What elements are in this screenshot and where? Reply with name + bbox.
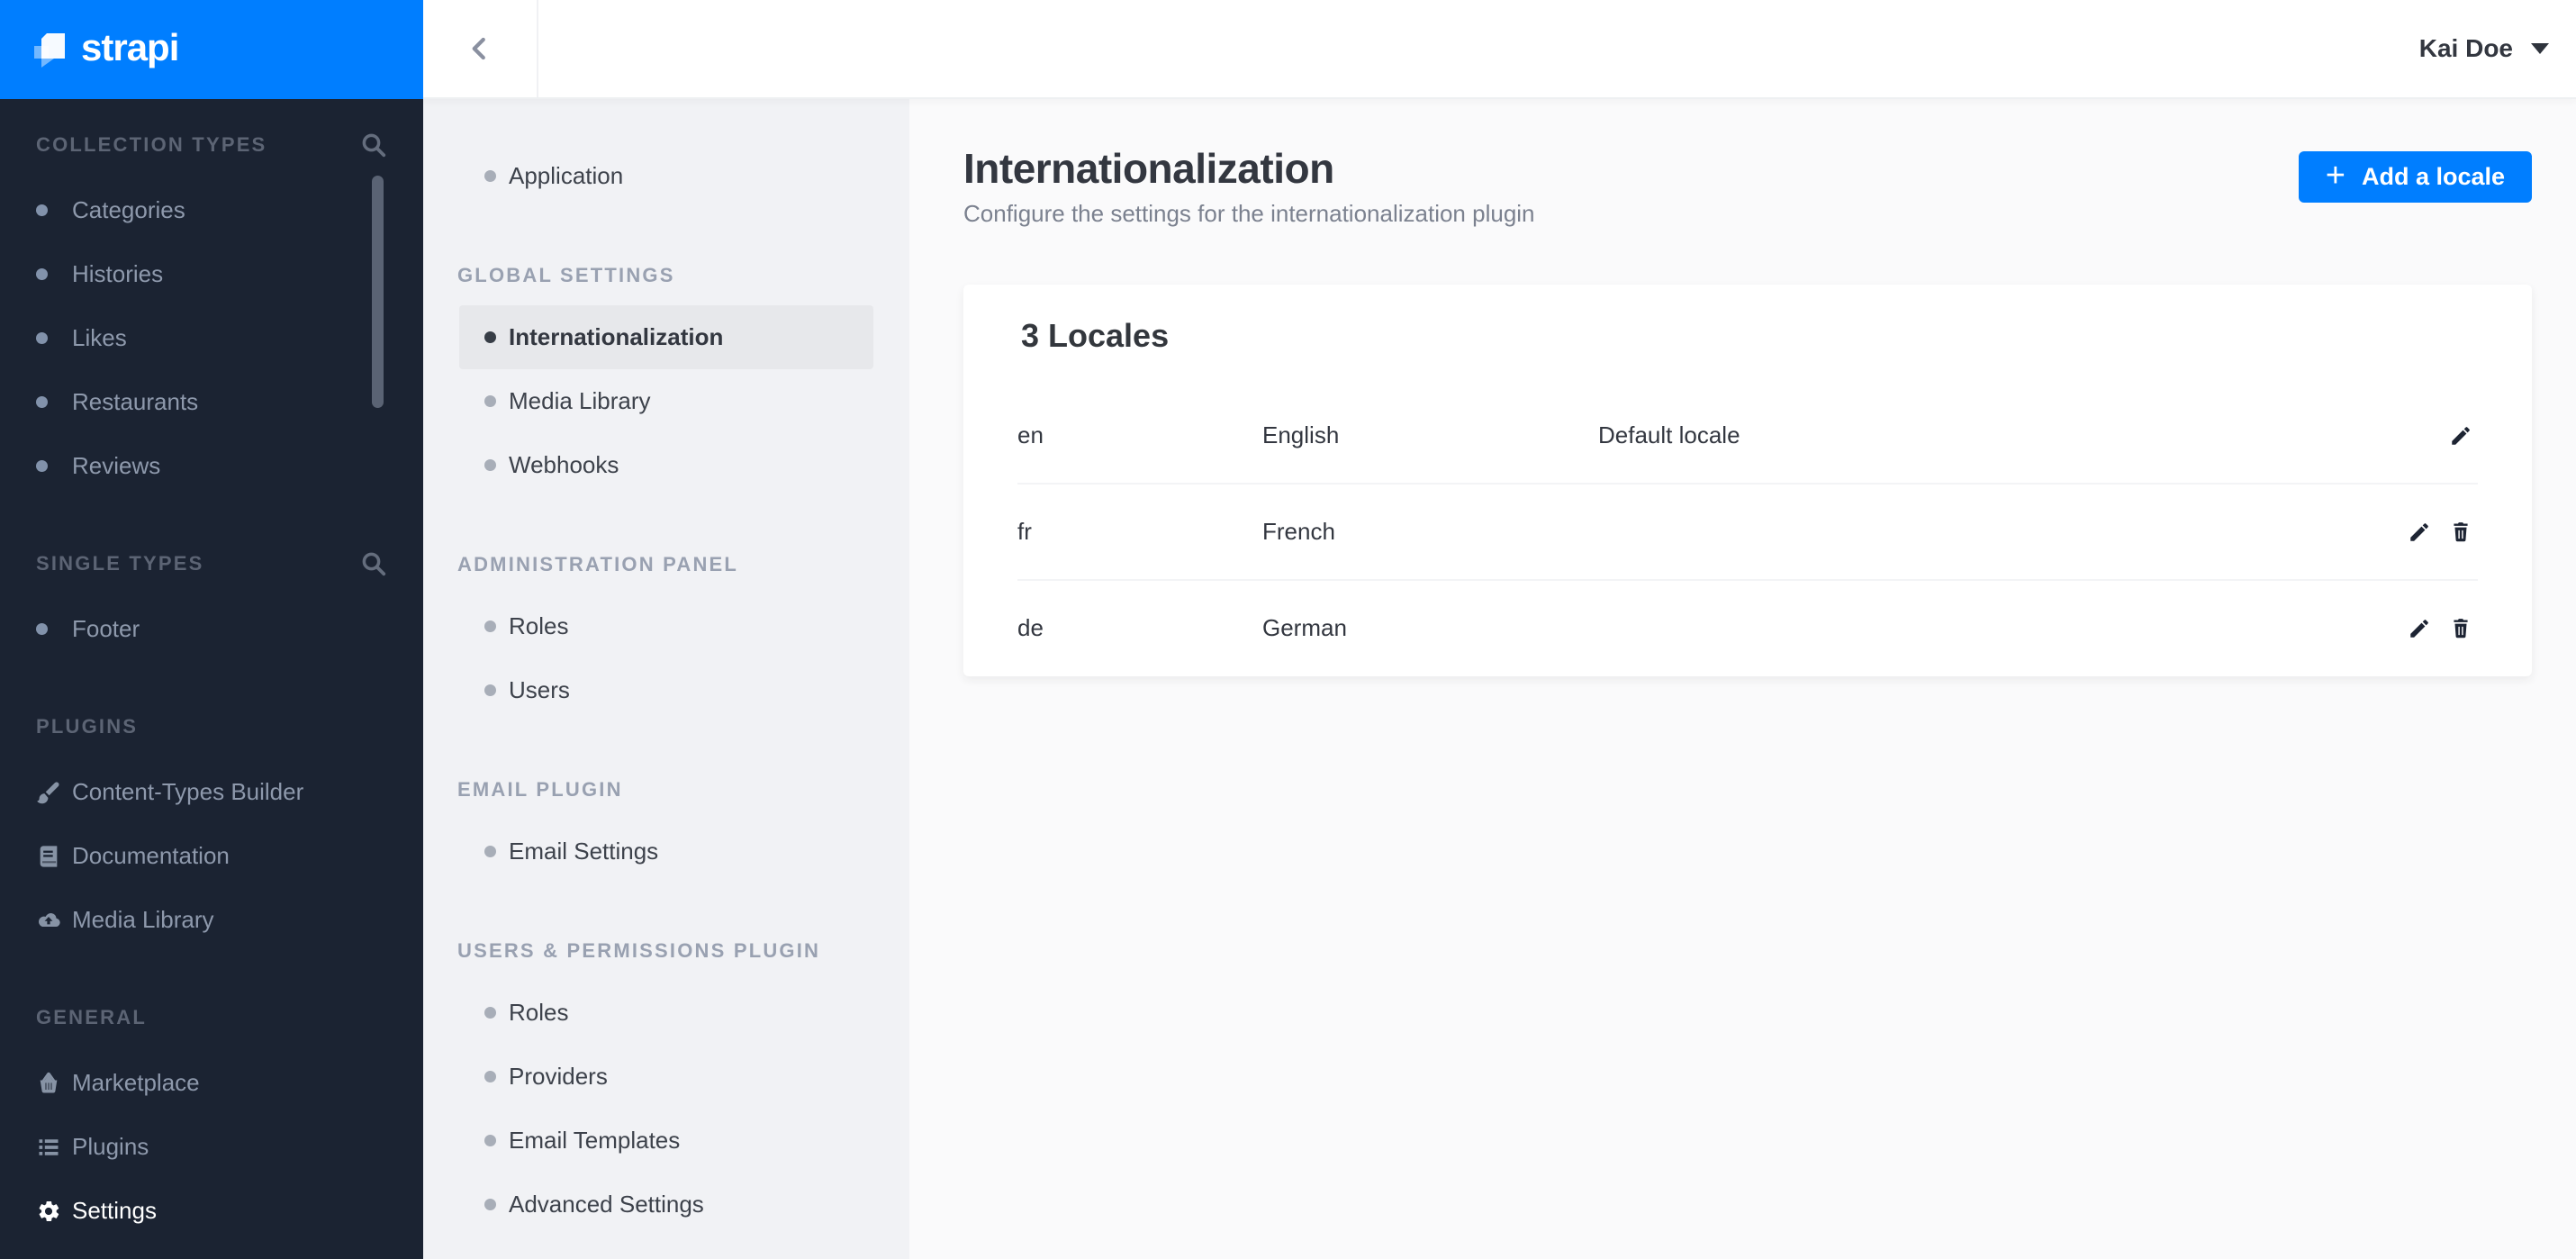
section-general: GENERAL — [36, 1006, 147, 1028]
bullet-icon — [484, 395, 496, 407]
locale-name: English — [1262, 421, 1340, 448]
sidebar-item-likes[interactable]: Likes — [0, 306, 423, 370]
sidebar-item-content-types-builder[interactable]: Content-Types Builder — [0, 760, 423, 824]
bullet-icon — [484, 684, 496, 696]
pencil-icon — [2410, 522, 2428, 541]
locale-row-en: en English Default locale — [963, 387, 2532, 484]
settings-group-administration-panel: ADMINISTRATION PANEL — [457, 553, 739, 575]
sidebar-item-footer[interactable]: Footer — [0, 597, 423, 661]
bullet-icon — [484, 1199, 496, 1210]
strapi-logo-icon — [34, 33, 65, 68]
search-icon[interactable] — [360, 550, 387, 577]
settings-item-webhooks[interactable]: Webhooks — [459, 433, 873, 497]
delete-locale-button[interactable] — [2449, 521, 2472, 544]
settings-item-email-settings[interactable]: Email Settings — [459, 820, 873, 883]
sidebar-item-marketplace[interactable]: Marketplace — [0, 1051, 423, 1115]
page-subtitle: Configure the settings for the internati… — [963, 200, 1535, 227]
section-collection-types: COLLECTION TYPES — [0, 131, 423, 159]
bullet-icon — [36, 460, 48, 472]
top-bar: Kai Doe — [423, 0, 2576, 99]
sidebar-item-plugins[interactable]: Plugins — [0, 1115, 423, 1179]
pencil-icon — [2410, 619, 2428, 638]
bullet-icon — [36, 204, 48, 216]
cloud-upload-icon — [39, 912, 60, 927]
settings-item-application[interactable]: Application — [459, 144, 873, 208]
plus-icon: + — [2325, 156, 2346, 195]
bullet-icon — [484, 1071, 496, 1082]
strapi-wordmark: strapi — [81, 26, 179, 68]
sidebar-item-documentation[interactable]: Documentation — [0, 824, 423, 888]
settings-item-up-roles[interactable]: Roles — [459, 981, 873, 1045]
back-button[interactable] — [423, 0, 538, 97]
bullet-icon — [36, 332, 48, 344]
main-content: Internationalization Configure the setti… — [909, 99, 2576, 1259]
settings-group-users-permissions-plugin: USERS & PERMISSIONS PLUGIN — [457, 939, 821, 962]
locale-code: de — [1017, 614, 1044, 641]
locale-name: German — [1262, 614, 1347, 641]
settings-sidebar: Application GLOBAL SETTINGS Internationa… — [423, 99, 909, 1259]
bullet-icon — [484, 846, 496, 857]
edit-locale-button[interactable] — [2408, 617, 2431, 640]
strapi-admin-app: strapi COLLECTION TYPES Categories Histo… — [0, 0, 2576, 1259]
chevron-left-icon — [472, 37, 485, 60]
settings-group-global-settings: GLOBAL SETTINGS — [457, 264, 675, 286]
user-menu[interactable]: Kai Doe — [2419, 34, 2549, 63]
locale-default-note: Default locale — [1598, 421, 1740, 448]
locale-code: fr — [1017, 518, 1032, 545]
page-title: Internationalization — [963, 145, 1334, 192]
settings-item-admin-users[interactable]: Users — [459, 658, 873, 722]
sidebar-item-reviews[interactable]: Reviews — [0, 434, 423, 498]
caret-down-icon — [2531, 43, 2549, 54]
primary-sidebar: strapi COLLECTION TYPES Categories Histo… — [0, 0, 423, 1259]
settings-item-advanced-settings[interactable]: Advanced Settings — [459, 1173, 873, 1236]
edit-locale-button[interactable] — [2449, 424, 2472, 448]
section-plugins: PLUGINS — [36, 715, 139, 738]
locales-card-title: 3 Locales — [1021, 317, 1170, 354]
basket-icon — [40, 1072, 58, 1093]
bullet-icon — [484, 1135, 496, 1146]
settings-item-email-templates[interactable]: Email Templates — [459, 1109, 873, 1173]
settings-item-internationalization[interactable]: Internationalization — [459, 305, 873, 369]
list-icon — [39, 1138, 59, 1155]
search-icon[interactable] — [360, 131, 387, 159]
settings-group-email-plugin: EMAIL PLUGIN — [457, 778, 623, 801]
sidebar-scrollbar[interactable] — [372, 176, 384, 408]
bullet-icon — [36, 396, 48, 408]
settings-item-media-library[interactable]: Media Library — [459, 369, 873, 433]
paintbrush-icon — [37, 781, 59, 803]
bullet-icon — [484, 1007, 496, 1019]
sidebar-item-restaurants[interactable]: Restaurants — [0, 370, 423, 434]
trash-icon — [2454, 521, 2468, 541]
page-header: Internationalization Configure the setti… — [963, 144, 2532, 228]
settings-item-providers[interactable]: Providers — [459, 1045, 873, 1109]
bullet-icon — [484, 620, 496, 632]
bullet-icon — [484, 331, 496, 343]
locale-row-fr: fr French — [963, 483, 2532, 580]
sidebar-item-categories[interactable]: Categories — [0, 178, 423, 242]
delete-locale-button[interactable] — [2449, 617, 2472, 640]
locale-name: French — [1262, 518, 1335, 545]
locales-card: 3 Locales en English Default locale fr F… — [963, 285, 2532, 676]
locale-row-de: de German — [963, 579, 2532, 676]
add-locale-button[interactable]: + Add a locale — [2298, 151, 2532, 203]
user-name: Kai Doe — [2418, 34, 2513, 62]
book-icon — [40, 845, 58, 867]
bullet-icon — [484, 170, 496, 182]
strapi-logo: strapi — [0, 0, 423, 99]
primary-nav: COLLECTION TYPES Categories Histories Li… — [0, 133, 423, 1243]
bullet-icon — [36, 623, 48, 635]
sidebar-item-histories[interactable]: Histories — [0, 242, 423, 306]
sidebar-item-media-library[interactable]: Media Library — [0, 888, 423, 952]
locale-code: en — [1017, 421, 1044, 448]
pencil-icon — [2452, 426, 2470, 445]
edit-locale-button[interactable] — [2408, 521, 2431, 544]
sidebar-item-settings[interactable]: Settings — [0, 1179, 423, 1243]
trash-icon — [2454, 618, 2468, 638]
bullet-icon — [484, 459, 496, 471]
section-single-types: SINGLE TYPES — [0, 550, 423, 577]
settings-item-admin-roles[interactable]: Roles — [459, 594, 873, 658]
bullet-icon — [36, 268, 48, 280]
gear-icon — [39, 1200, 59, 1221]
